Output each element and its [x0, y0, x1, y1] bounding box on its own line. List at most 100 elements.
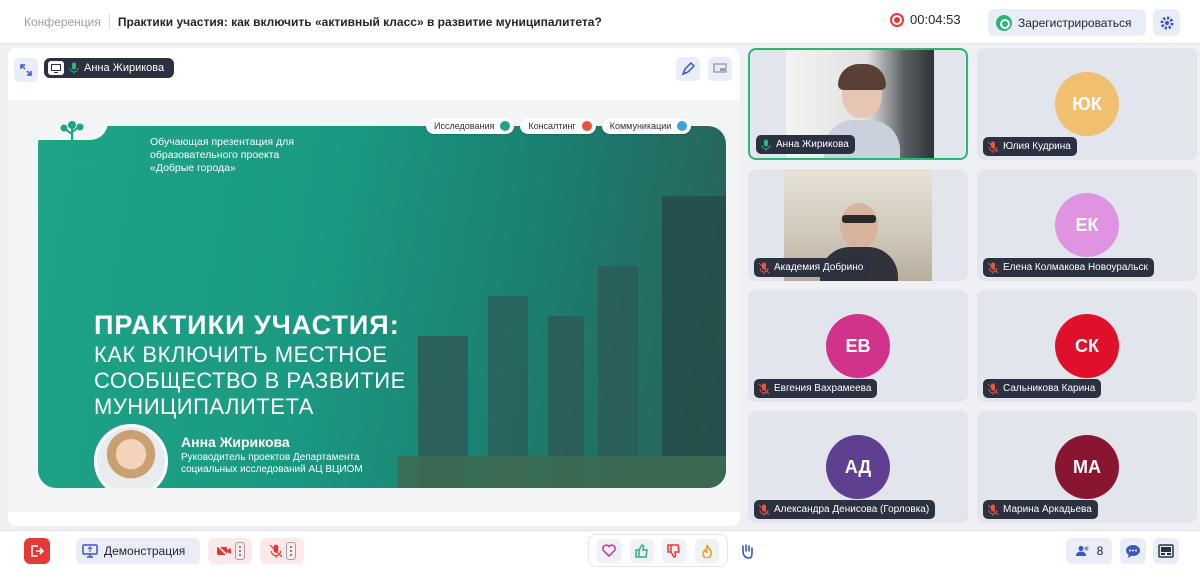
participant-name-pill: Анна Жирикова — [756, 135, 855, 154]
gear-icon — [1160, 16, 1173, 29]
participant-name: Анна Жирикова — [776, 139, 849, 150]
register-label: Зарегистрироваться — [1018, 15, 1132, 30]
annotate-button[interactable] — [676, 57, 700, 81]
participant-tile[interactable]: ЮК Юлия Кудрина — [977, 48, 1197, 160]
screen-share-icon — [82, 544, 98, 558]
screen-icon — [713, 63, 727, 73]
avatar: СК — [1055, 314, 1119, 378]
layout-button[interactable] — [1153, 538, 1179, 564]
avatar: АД — [826, 435, 890, 499]
divider — [108, 13, 110, 30]
fullscreen-button[interactable] — [14, 58, 38, 82]
raise-hand-button[interactable] — [734, 538, 760, 564]
logo-name: ВЦИОМ — [46, 159, 98, 173]
participant-name-pill: Александра Денисова (Горловка) — [754, 500, 936, 519]
participant-name-pill: Елена Колмакова Новоуральск — [983, 258, 1154, 277]
hand-icon — [742, 544, 753, 559]
participant-name-pill: Евгения Вахрамеева — [754, 379, 878, 398]
exit-icon — [31, 545, 44, 557]
mic-off-icon — [269, 544, 282, 558]
conference-label[interactable]: Конференция — [24, 15, 101, 29]
stage-toolbar: Анна Жирикова — [8, 48, 740, 88]
timer-value: 00:04:53 — [910, 12, 961, 27]
screen-share-icon — [48, 61, 64, 75]
conference-title: Практики участия: как включить «активный… — [117, 14, 602, 29]
top-bar: Конференция Практики участия: как включи… — [0, 0, 1200, 44]
participant-name: Александра Денисова (Горловка) — [774, 504, 930, 515]
recording-timer: 00:04:53 — [890, 12, 961, 27]
participant-name: Елена Колмакова Новоуральск — [1003, 262, 1148, 273]
settings-button[interactable] — [1153, 9, 1180, 36]
heart-reaction-button[interactable] — [597, 538, 622, 563]
presentation-stage: Анна Жирикова ПРАКТИКИ УЧАСТИЯ: КАК ВКЛЮ… — [8, 48, 740, 526]
participant-tile[interactable]: ЕК Елена Колмакова Новоуральск — [977, 169, 1197, 281]
participants-count: 8 — [1096, 544, 1104, 558]
leave-button[interactable] — [24, 538, 50, 564]
camera-button[interactable] — [208, 538, 252, 564]
mic-off-icon — [987, 504, 999, 516]
pen-icon — [681, 62, 695, 76]
users-icon — [1075, 546, 1089, 556]
participant-tile[interactable]: Академия Добрино — [748, 169, 968, 281]
like-reaction-button[interactable] — [629, 538, 654, 563]
chat-icon — [1126, 544, 1140, 558]
participant-tile[interactable]: МА Марина Аркадьева — [977, 411, 1197, 523]
avatar: МА — [1055, 435, 1119, 499]
layout-toggle-button[interactable] — [708, 57, 732, 81]
vciom-logo: АНАЛИТИЧЕСКИЙ ЦЕНТР ВЦИОМ — [40, 120, 104, 173]
camera-off-icon — [215, 545, 231, 557]
screen-share-button[interactable]: Демонстрация — [76, 538, 200, 564]
slide-subheading: КАК ВКЛЮЧИТЬ МЕСТНОЕ СООБЩЕСТВО В РАЗВИТ… — [94, 342, 406, 419]
mic-off-icon — [987, 141, 999, 153]
presenter-photo — [94, 424, 168, 488]
microphone-button[interactable] — [260, 538, 304, 564]
tag-communications: Коммуникации — [601, 118, 692, 134]
mic-on-icon — [760, 139, 772, 151]
chat-button[interactable] — [1120, 538, 1146, 564]
speaker-pill: Анна Жирикова — [44, 58, 175, 78]
participant-name: Академия Добрино — [774, 262, 864, 273]
mic-on-icon — [69, 62, 79, 74]
heart-icon — [602, 544, 617, 557]
thumbs-down-icon — [667, 543, 681, 558]
participant-tile[interactable]: ЕВ Евгения Вахрамеева — [748, 290, 968, 402]
participant-name: Марина Аркадьева — [1003, 504, 1092, 515]
reactions-group — [588, 534, 728, 567]
expand-icon — [20, 64, 32, 76]
fire-reaction-button[interactable] — [694, 538, 719, 563]
slide-intro: Обучающая презентация для образовательно… — [150, 136, 294, 174]
camera-options-button[interactable] — [234, 542, 245, 560]
participant-name: Сальникова Карина — [1003, 383, 1096, 394]
avatar: ЕВ — [826, 314, 890, 378]
participant-name-pill: Сальникова Карина — [983, 379, 1102, 398]
dislike-reaction-button[interactable] — [662, 538, 687, 563]
tree-logo-icon — [60, 121, 84, 146]
participant-tile[interactable]: АД Александра Денисова (Горловка) — [748, 411, 968, 523]
presenter-role: Руководитель проектов Департамента социа… — [181, 452, 363, 475]
presenter-name: Анна Жирикова — [181, 434, 290, 450]
participant-name-pill: Юлия Кудрина — [983, 137, 1077, 156]
mic-off-icon — [758, 504, 770, 516]
city-illustration — [398, 176, 726, 488]
layout-icon — [1158, 544, 1174, 558]
speaker-name: Анна Жирикова — [84, 62, 165, 74]
bottom-toolbar: Демонстрация 8 — [0, 530, 1200, 569]
register-button[interactable]: Зарегистрироваться — [988, 9, 1146, 36]
participant-name: Юлия Кудрина — [1003, 141, 1071, 152]
fire-icon — [701, 544, 712, 558]
participant-name-pill: Марина Аркадьева — [983, 500, 1098, 519]
thumbs-up-icon — [635, 543, 648, 558]
participants-button[interactable]: 8 — [1066, 538, 1112, 564]
participant-tile[interactable]: СК Сальникова Карина — [977, 290, 1197, 402]
record-icon — [890, 12, 904, 27]
screen-share-label: Демонстрация — [104, 544, 186, 558]
slide-heading: ПРАКТИКИ УЧАСТИЯ: — [94, 310, 400, 340]
mic-options-button[interactable] — [285, 542, 296, 560]
mic-off-icon — [987, 262, 999, 274]
slide-tags: Исследования Консалтинг Коммуникации — [426, 118, 692, 134]
tag-research: Исследования — [426, 118, 515, 134]
participant-name-pill: Академия Добрино — [754, 258, 870, 277]
mic-off-icon — [758, 262, 770, 274]
participant-tile[interactable]: Анна Жирикова — [748, 48, 968, 160]
avatar: ЮК — [1055, 72, 1119, 136]
